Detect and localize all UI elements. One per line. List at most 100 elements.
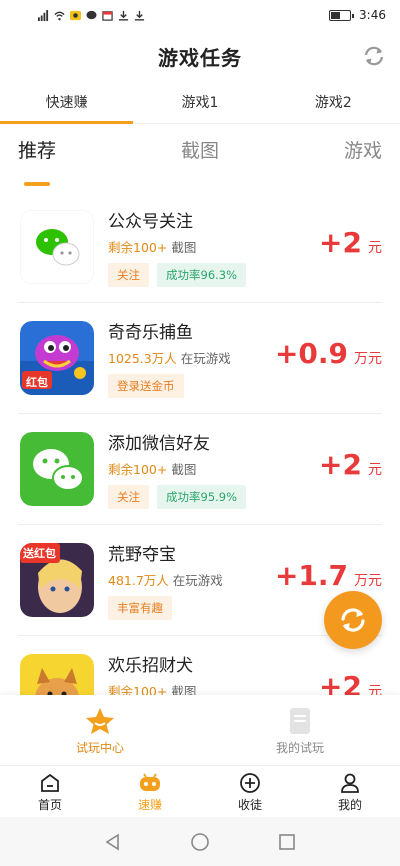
tab-game-2[interactable]: 游戏2 — [267, 84, 400, 123]
app-notification-icon — [70, 10, 81, 20]
task-meta-text: 在玩游戏 — [176, 351, 231, 366]
floating-refresh-button[interactable] — [324, 591, 382, 649]
task-tag: 关注 — [108, 485, 149, 509]
document-icon — [290, 708, 310, 734]
reward-amount: +2 — [319, 448, 362, 481]
gamepad-icon — [140, 773, 160, 791]
calendar-icon — [102, 10, 113, 21]
reward-amount: +2 — [319, 226, 362, 259]
trial-mode-bar: 试玩中心 我的试玩 — [0, 695, 400, 765]
task-meta-highlight: 剩余100+ — [108, 240, 168, 255]
task-title: 欢乐招财犬 — [108, 656, 193, 676]
task-meta: 1025.3万人 在玩游戏 — [108, 348, 231, 367]
mode-label: 我的试玩 — [275, 741, 324, 755]
nav-apprentice[interactable]: 收徒 — [200, 766, 300, 817]
task-item[interactable]: 欢乐招财犬 剩余100+ 截图 +2 元 — [18, 636, 382, 695]
task-meta: 剩余100+ 截图 — [108, 681, 196, 695]
refresh-icon — [341, 608, 365, 632]
wechat-icon — [20, 432, 94, 506]
reward-amount: +0.9 — [274, 337, 348, 370]
task-meta: 剩余100+ 截图 — [108, 237, 196, 256]
reward-unit: 元 — [368, 462, 382, 478]
task-item[interactable]: 公众号关注 剩余100+ 截图 关注 成功率96.3% +2 元 — [18, 192, 382, 303]
task-meta-text: 截图 — [167, 684, 197, 695]
lucky-dog-game-icon — [20, 654, 94, 695]
success-rate-tag: 成功率96.3% — [157, 263, 247, 287]
system-nav-bar — [0, 817, 400, 866]
task-tags: 关注 成功率95.9% — [108, 485, 247, 509]
category-tabs: 推荐 截图 游戏 — [0, 134, 400, 186]
tab-screenshot[interactable]: 截图 — [181, 134, 219, 178]
refresh-button[interactable] — [360, 42, 388, 70]
bottom-nav: 首页 速赚 收徒 我的 — [0, 765, 400, 817]
task-title: 荒野夺宝 — [108, 545, 176, 565]
task-reward: +2 元 — [319, 670, 382, 695]
nav-label: 收徒 — [237, 798, 262, 812]
reward-unit: 元 — [368, 240, 382, 256]
message-icon — [86, 10, 97, 19]
task-meta-text: 截图 — [167, 240, 197, 255]
task-meta-highlight: 剩余100+ — [108, 462, 168, 477]
reward-amount: +2 — [319, 670, 362, 695]
tab-game[interactable]: 游戏 — [344, 134, 382, 178]
recents-icon[interactable] — [277, 832, 297, 852]
nav-profile[interactable]: 我的 — [300, 766, 400, 817]
task-title: 公众号关注 — [108, 212, 193, 232]
task-meta-text: 截图 — [167, 462, 197, 477]
status-bar: 3:46 — [0, 0, 400, 30]
reward-unit: 万元 — [354, 573, 382, 589]
status-right: 3:46 — [329, 8, 386, 22]
reward-amount: +1.7 — [274, 559, 348, 592]
back-icon[interactable] — [103, 832, 123, 852]
wechat-official-account-icon — [20, 210, 94, 284]
home-circle-icon[interactable] — [190, 832, 210, 852]
signal-icon — [38, 9, 49, 21]
task-title: 添加微信好友 — [108, 434, 210, 454]
task-meta-highlight: 481.7万人 — [108, 573, 169, 588]
task-meta-highlight: 剩余100+ — [108, 684, 168, 695]
page-title: 游戏任务 — [158, 45, 242, 70]
tab-my-trials[interactable]: 我的试玩 — [200, 695, 400, 765]
nav-label: 速赚 — [137, 798, 162, 812]
status-icons — [38, 9, 145, 21]
task-tag: 关注 — [108, 263, 149, 287]
status-time: 3:46 — [359, 8, 386, 22]
app-header: 游戏任务 — [0, 30, 400, 82]
fishing-game-icon: 红包 — [20, 321, 94, 395]
plus-circle-icon — [240, 773, 260, 793]
task-meta-text: 在玩游戏 — [168, 573, 223, 588]
home-icon — [41, 773, 59, 792]
task-icon-badge: 红包 — [26, 376, 48, 389]
task-tags: 登录送金币 — [108, 374, 184, 398]
task-meta: 剩余100+ 截图 — [108, 459, 196, 478]
top-tabs: 快速赚 游戏1 游戏2 — [0, 84, 400, 124]
mode-label: 试玩中心 — [75, 741, 124, 755]
task-reward: +2 元 — [319, 448, 382, 481]
download-icon — [134, 10, 145, 21]
nav-label: 首页 — [37, 798, 62, 812]
task-tags: 丰富有趣 — [108, 596, 172, 620]
nav-label: 我的 — [337, 798, 362, 812]
task-item[interactable]: 红包 奇奇乐捕鱼 1025.3万人 在玩游戏 登录送金币 +0.9 万元 — [18, 303, 382, 414]
refresh-icon — [364, 46, 384, 66]
nav-quick-earn[interactable]: 速赚 — [100, 766, 200, 817]
task-title: 奇奇乐捕鱼 — [108, 323, 193, 343]
success-rate-tag: 成功率95.9% — [157, 485, 247, 509]
task-item[interactable]: 添加微信好友 剩余100+ 截图 关注 成功率95.9% +2 元 — [18, 414, 382, 525]
tab-recommended[interactable]: 推荐 — [18, 134, 56, 186]
tab-quick-earn[interactable]: 快速赚 — [0, 84, 134, 124]
tab-trial-center[interactable]: 试玩中心 — [0, 695, 200, 765]
task-tag: 丰富有趣 — [108, 596, 172, 620]
nav-home[interactable]: 首页 — [0, 766, 100, 817]
download-icon — [118, 10, 129, 21]
wifi-icon — [54, 11, 65, 20]
reward-unit: 万元 — [354, 351, 382, 367]
user-icon — [341, 773, 359, 793]
task-reward: +1.7 万元 — [275, 559, 382, 592]
wild-treasure-game-icon: 送红包 — [20, 543, 94, 617]
task-reward: +0.9 万元 — [275, 337, 382, 370]
task-tag: 登录送金币 — [108, 374, 184, 398]
task-tags: 关注 成功率96.3% — [108, 263, 247, 287]
tab-game-1[interactable]: 游戏1 — [133, 84, 266, 123]
battery-icon — [329, 9, 355, 21]
